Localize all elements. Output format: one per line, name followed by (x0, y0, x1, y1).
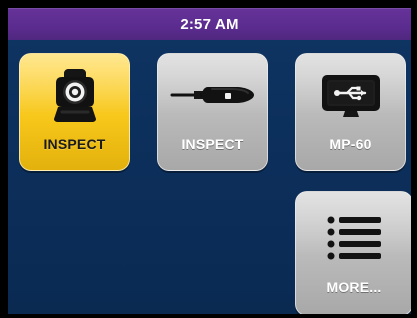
status-bar: 2:57 AM (8, 8, 411, 40)
fiber-inspect-button[interactable]: INSPECT (157, 53, 268, 171)
clock-time: 2:57 AM (180, 15, 239, 33)
tile-label: INSPECT (181, 136, 244, 152)
inspection-probe-icon (20, 64, 129, 126)
more-button[interactable]: MORE... (295, 191, 411, 314)
mp-60-button[interactable]: MP-60 (295, 53, 406, 171)
inspect-button[interactable]: INSPECT (19, 53, 130, 171)
fiber-scope-icon (158, 64, 267, 126)
tile-label: MP-60 (329, 136, 372, 152)
app-screen: 2:57 AM INSPECT INSPECT MP-60 MORE... (8, 8, 411, 314)
usb-power-meter-icon (296, 64, 405, 126)
tile-label: MORE... (326, 279, 382, 295)
list-icon (296, 206, 411, 272)
tile-label: INSPECT (43, 136, 106, 152)
